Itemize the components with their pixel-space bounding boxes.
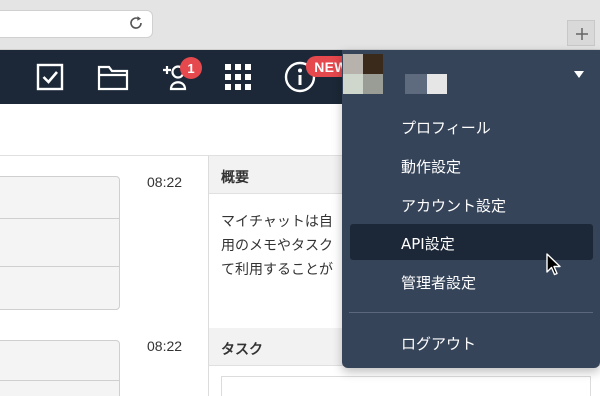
message-time: 08:22 (147, 338, 183, 354)
account-dropdown-menu: プロフィール 動作設定 アカウント設定 API設定 管理者設定 ログアウト (342, 50, 600, 368)
menu-item-account-settings[interactable]: アカウント設定 (350, 186, 593, 222)
overview-text: マイチャットは自 用のメモやタスク て利用することが (221, 214, 333, 278)
folder-icon[interactable] (95, 50, 131, 104)
menu-item-profile[interactable]: プロフィール (350, 108, 593, 144)
apps-grid-icon[interactable] (220, 50, 256, 104)
task-card[interactable] (221, 376, 591, 396)
plus-icon (576, 28, 588, 40)
message-bubble[interactable] (0, 340, 120, 396)
message-time: 08:22 (147, 174, 183, 190)
menu-divider (349, 312, 593, 313)
message-bubble[interactable] (0, 176, 120, 310)
task-checkbox-icon[interactable] (32, 50, 68, 104)
avatar[interactable] (343, 54, 383, 94)
notification-badge: 1 (180, 57, 202, 79)
new-tab-button[interactable] (567, 20, 595, 46)
cursor-icon (546, 253, 561, 276)
menu-item-logout[interactable]: ログアウト (350, 324, 593, 360)
caret-down-icon[interactable] (573, 70, 585, 80)
menu-item-behavior-settings[interactable]: 動作設定 (350, 147, 593, 183)
browser-toolbar (0, 0, 600, 50)
username (405, 74, 447, 94)
reload-icon[interactable] (125, 12, 147, 34)
